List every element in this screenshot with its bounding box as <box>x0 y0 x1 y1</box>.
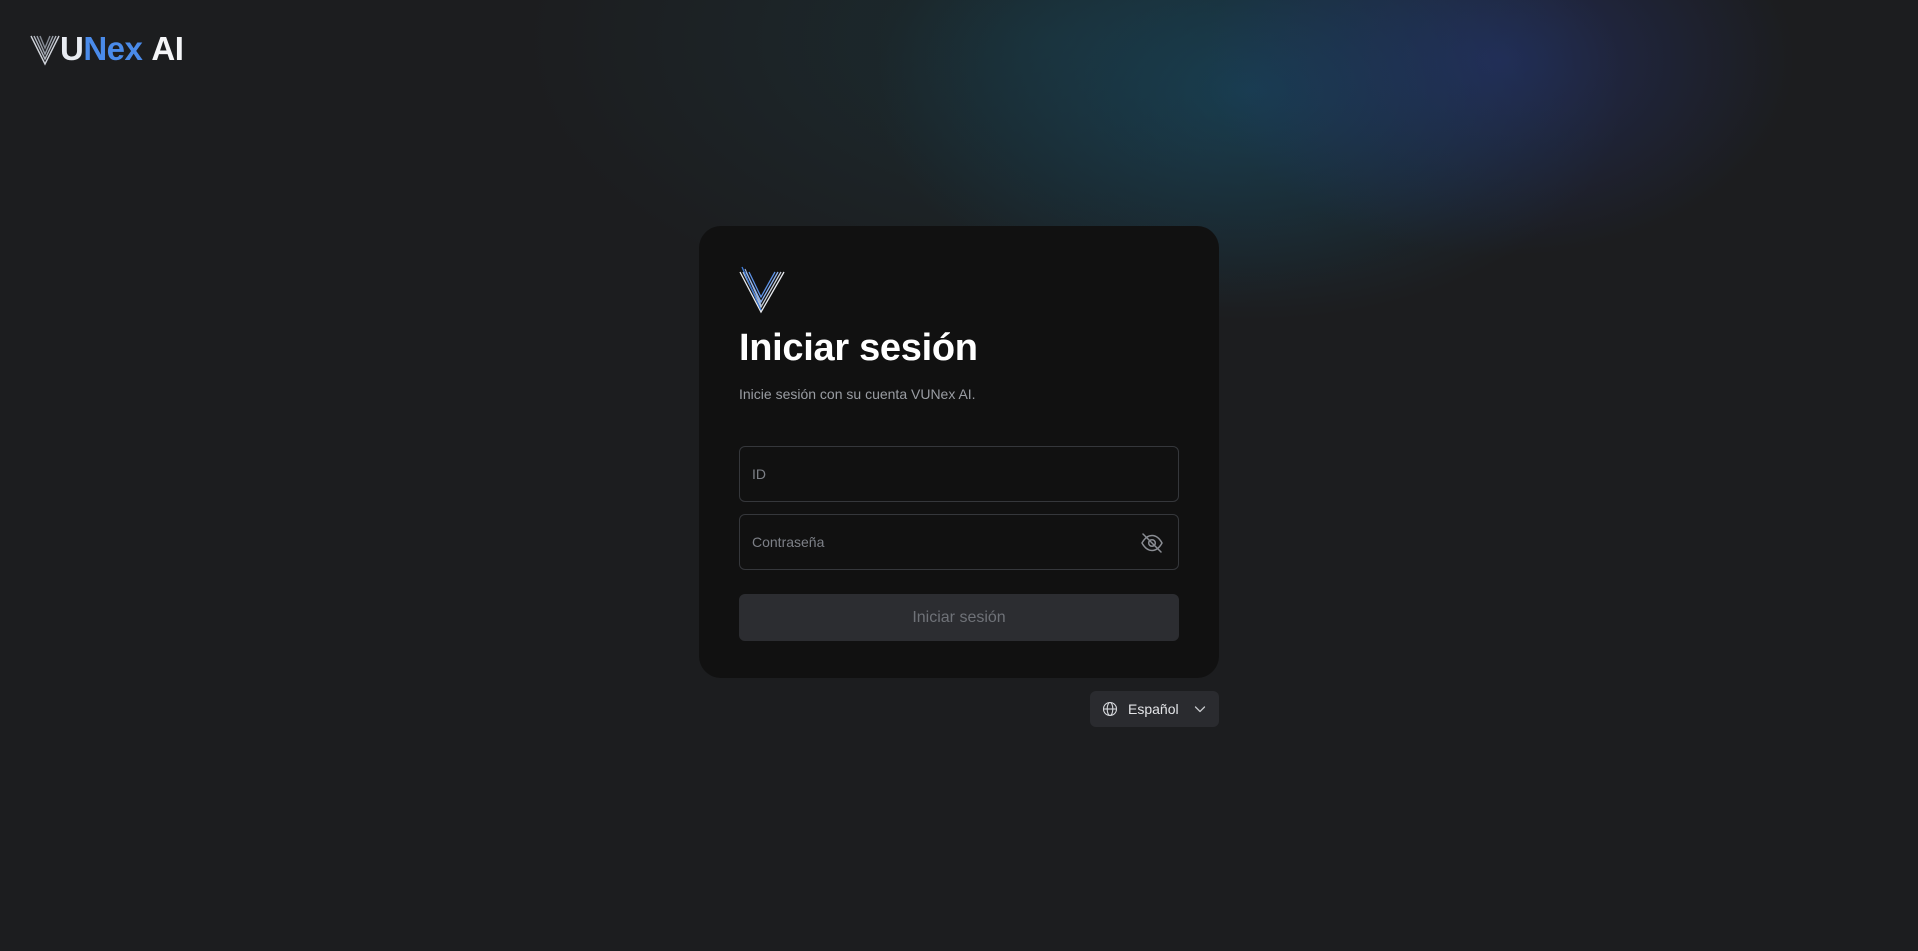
language-selector[interactable]: Español <box>1090 691 1219 727</box>
password-field <box>739 514 1179 570</box>
id-input[interactable] <box>740 447 1178 501</box>
page-title: Iniciar sesión <box>739 327 978 369</box>
brand-wordmark-ai: AI <box>151 30 184 67</box>
password-input[interactable] <box>740 515 1178 569</box>
eye-off-icon[interactable] <box>1140 531 1164 555</box>
language-selected-label: Español <box>1128 701 1179 717</box>
v-stripes-logo-icon <box>30 35 60 66</box>
login-subtitle: Inicie sesión con su cuenta VUNex AI. <box>739 386 976 402</box>
v-stripes-logo-icon <box>739 266 785 314</box>
brand-wordmark-nex: Nex <box>83 30 143 67</box>
brand-logo[interactable]: U Nex AI <box>30 30 184 68</box>
brand-wordmark: U Nex AI <box>60 30 184 68</box>
brand-wordmark-u: U <box>60 30 84 67</box>
chevron-down-icon <box>1194 706 1206 713</box>
login-card: Iniciar sesión Inicie sesión con su cuen… <box>699 226 1219 678</box>
globe-icon <box>1102 701 1118 717</box>
login-submit-button[interactable]: Iniciar sesión <box>739 594 1179 641</box>
id-field <box>739 446 1179 502</box>
login-page: U Nex AI Iniciar sesión Inicie sesión co… <box>0 0 1918 951</box>
